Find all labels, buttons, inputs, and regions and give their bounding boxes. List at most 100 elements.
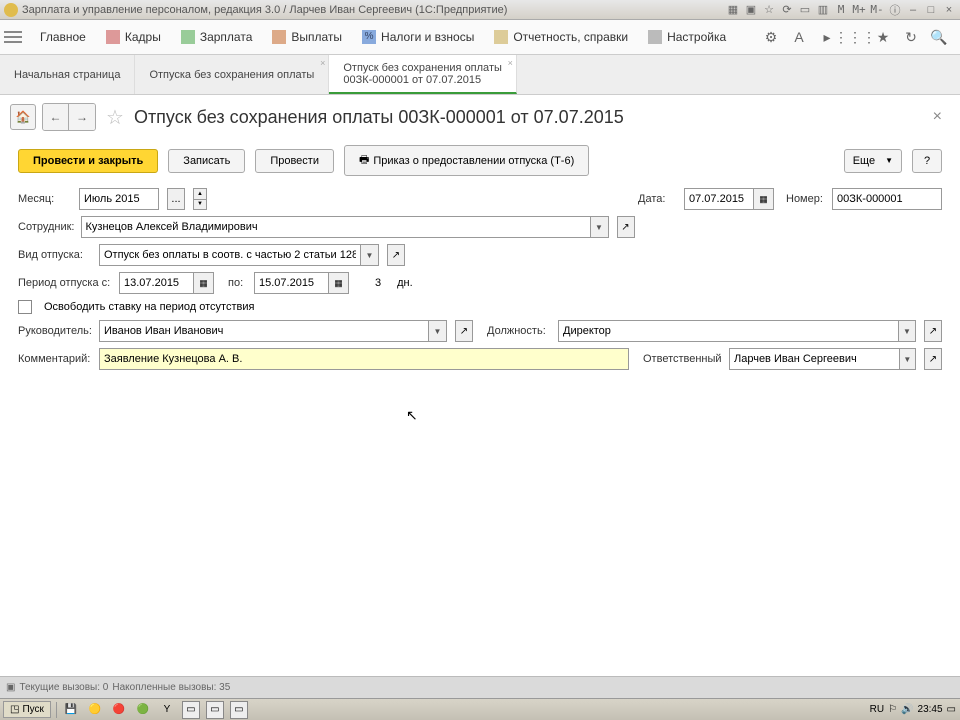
release-rate-label: Освободить ставку на период отсутствия	[44, 301, 254, 313]
spin-up-icon[interactable]: ▲	[194, 189, 206, 200]
money-icon	[181, 30, 195, 44]
menu-vyplaty[interactable]: Выплаты	[262, 20, 352, 54]
taskbar-icon[interactable]: 🔴	[110, 701, 128, 719]
grid-icon[interactable]: ⋮⋮⋮	[844, 26, 866, 48]
taskbar-app[interactable]: ▭	[230, 701, 248, 719]
gear-icon[interactable]: ⚙	[760, 26, 782, 48]
star-icon[interactable]: ★	[872, 26, 894, 48]
titlebar-icon[interactable]: ⓘ	[888, 3, 902, 17]
back-button[interactable]: ←	[43, 104, 69, 130]
tray-icon[interactable]: 🔊	[901, 704, 913, 715]
open-ref-button[interactable]: ↗	[924, 348, 942, 370]
dropdown-icon[interactable]: ▼	[899, 320, 916, 342]
period-from-input[interactable]	[119, 272, 194, 294]
tray-icon[interactable]: ▭	[947, 704, 956, 715]
days-unit: дн.	[397, 277, 413, 289]
taskbar-icon[interactable]: Y	[158, 701, 176, 719]
document-area: 🏠 ← → ☆ Отпуск без сохранения оплаты 00З…	[0, 95, 960, 676]
titlebar-icon[interactable]: M-	[870, 3, 884, 17]
close-icon[interactable]: ×	[508, 58, 513, 68]
release-rate-checkbox[interactable]	[18, 300, 32, 314]
home-button[interactable]: 🏠	[10, 104, 36, 130]
close-icon[interactable]: ×	[942, 3, 956, 17]
favorite-star-icon[interactable]: ☆	[106, 105, 124, 130]
start-button[interactable]: ◳Пуск	[3, 701, 51, 718]
number-label: Номер:	[786, 193, 826, 205]
position-label: Должность:	[487, 325, 552, 337]
hamburger-icon[interactable]	[4, 31, 22, 43]
history-icon[interactable]: ↻	[900, 26, 922, 48]
maximize-icon[interactable]: □	[924, 3, 938, 17]
date-label: Дата:	[638, 193, 678, 205]
dropdown-icon[interactable]: ▼	[429, 320, 447, 342]
titlebar-icon[interactable]: ▭	[798, 3, 812, 17]
tab-vacations-list[interactable]: Отпуска без сохранения оплаты×	[135, 55, 329, 94]
tab-home[interactable]: Начальная страница	[0, 55, 135, 94]
open-ref-button[interactable]: ↗	[455, 320, 473, 342]
calendar-icon[interactable]: ▦	[194, 272, 214, 294]
taskbar-icon[interactable]: 🟢	[134, 701, 152, 719]
titlebar-icon[interactable]: M+	[852, 3, 866, 17]
forward-button[interactable]: →	[69, 104, 95, 130]
post-and-close-button[interactable]: Провести и закрыть	[18, 149, 158, 173]
close-icon[interactable]: ×	[320, 58, 325, 68]
comment-input[interactable]	[99, 348, 629, 370]
statusbar: ▣ Текущие вызовы: 0 Накопленные вызовы: …	[0, 676, 960, 698]
period-to-label: по:	[228, 277, 248, 289]
spin-down-icon[interactable]: ▼	[194, 200, 206, 210]
kind-input[interactable]	[99, 244, 361, 266]
taskbar-icon[interactable]: 💾	[62, 701, 80, 719]
taskbar-app[interactable]: ▭	[182, 701, 200, 719]
position-input[interactable]	[558, 320, 899, 342]
help-button[interactable]: ?	[912, 149, 942, 173]
titlebar-icon[interactable]: ▣	[744, 3, 758, 17]
date-input[interactable]	[684, 188, 754, 210]
more-button[interactable]: Еще	[844, 149, 902, 173]
menu-nalogi[interactable]: %Налоги и взносы	[352, 20, 484, 54]
dropdown-icon[interactable]: ▼	[591, 216, 609, 238]
manager-input[interactable]	[99, 320, 429, 342]
titlebar-icon[interactable]: M	[834, 3, 848, 17]
taskbar-app[interactable]: ▭	[206, 701, 224, 719]
wallet-icon	[272, 30, 286, 44]
search-icon[interactable]: 🔍	[928, 26, 950, 48]
print-order-button[interactable]: 🖶Приказ о предоставлении отпуска (Т-6)	[344, 145, 589, 176]
number-input[interactable]	[832, 188, 942, 210]
employee-label: Сотрудник:	[18, 221, 75, 233]
titlebar-icon[interactable]: ☆	[762, 3, 776, 17]
tray-icon[interactable]: ⚐	[888, 704, 897, 715]
lang-indicator[interactable]: RU	[870, 704, 884, 715]
tab-vacation-doc[interactable]: Отпуск без сохранения оплаты 00ЗК-000001…	[329, 55, 517, 94]
save-button[interactable]: Записать	[168, 149, 245, 173]
open-ref-button[interactable]: ↗	[387, 244, 405, 266]
menu-zarplata[interactable]: Зарплата	[171, 20, 263, 54]
window-controls: ▦ ▣ ☆ ⟳ ▭ ▥ M M+ M- ⓘ – □ ×	[726, 3, 956, 17]
open-ref-button[interactable]: ↗	[617, 216, 635, 238]
post-button[interactable]: Провести	[255, 149, 334, 173]
titlebar-icon[interactable]: ▥	[816, 3, 830, 17]
manager-label: Руководитель:	[18, 325, 93, 337]
clock[interactable]: 23:45	[918, 704, 943, 715]
kind-label: Вид отпуска:	[18, 249, 93, 261]
period-to-input[interactable]	[254, 272, 329, 294]
menu-kadry[interactable]: Кадры	[96, 20, 171, 54]
titlebar-icon[interactable]: ⟳	[780, 3, 794, 17]
open-ref-button[interactable]: ↗	[924, 320, 942, 342]
dropdown-icon[interactable]: ▼	[361, 244, 379, 266]
font-icon[interactable]: A	[788, 26, 810, 48]
responsible-input[interactable]	[729, 348, 900, 370]
month-spinner[interactable]: ▲▼	[193, 188, 207, 210]
month-input[interactable]	[79, 188, 159, 210]
menu-main[interactable]: Главное	[30, 20, 96, 54]
taskbar-icon[interactable]: 🟡	[86, 701, 104, 719]
close-document[interactable]: ×	[925, 108, 950, 126]
minimize-icon[interactable]: –	[906, 3, 920, 17]
calendar-icon[interactable]: ▦	[329, 272, 349, 294]
menu-otchet[interactable]: Отчетность, справки	[484, 20, 638, 54]
titlebar-icon[interactable]: ▦	[726, 3, 740, 17]
month-picker-button[interactable]: ...	[167, 188, 185, 210]
employee-input[interactable]	[81, 216, 591, 238]
menu-nastroika[interactable]: Настройка	[638, 20, 736, 54]
dropdown-icon[interactable]: ▼	[900, 348, 916, 370]
calendar-icon[interactable]: ▦	[754, 188, 774, 210]
